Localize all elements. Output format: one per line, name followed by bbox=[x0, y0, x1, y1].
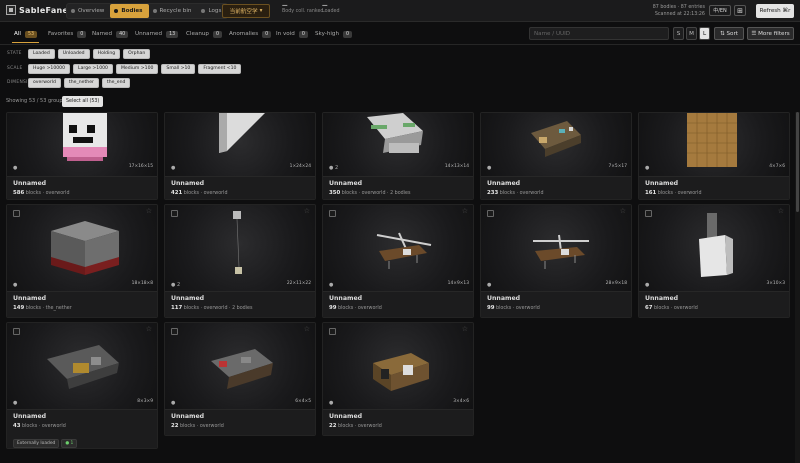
body-card[interactable]: ☆ 28×9×18 ● Unnamed 99 blocks · overworl… bbox=[480, 204, 632, 318]
main-nav: Overview Bodies Recycle bin Logs bbox=[66, 3, 229, 19]
refresh-button[interactable]: Refresh ⌘r bbox=[756, 4, 794, 18]
body-card[interactable]: ☆ 3×10×3 ● Unnamed 67 blocks · overworld bbox=[638, 204, 790, 318]
filter-row-state: STATE Loaded Unloaded Holding Orphan bbox=[7, 48, 151, 59]
size-small-button[interactable]: S bbox=[673, 27, 684, 40]
body-preview: ☆ 18×18×8 ● bbox=[7, 205, 157, 291]
chevron-down-icon: ▾ bbox=[259, 8, 263, 14]
status-badge: ● 1 bbox=[61, 439, 78, 448]
bodies-icon bbox=[114, 9, 119, 13]
showing-count: Showing 53 / 53 groups bbox=[6, 98, 66, 104]
tab-all[interactable]: All 53 bbox=[10, 27, 41, 43]
select-checkbox[interactable] bbox=[13, 328, 20, 335]
body-preview: ☆ 14×9×13 ● bbox=[323, 205, 473, 291]
chip-fragment[interactable]: Fragment <10 bbox=[198, 63, 242, 74]
chip-small[interactable]: Small >10 bbox=[161, 63, 196, 74]
chip-unloaded[interactable]: Unloaded bbox=[57, 48, 90, 59]
stat-loaded: — Loaded bbox=[322, 3, 340, 14]
body-card[interactable]: ☆ 3×4×6 ● Unnamed 22 blocks · overworld bbox=[322, 322, 474, 436]
chip-holding[interactable]: Holding bbox=[92, 48, 121, 59]
favorite-star-icon[interactable]: ☆ bbox=[462, 325, 468, 333]
tab-sky-high[interactable]: Sky-high 0 bbox=[311, 27, 356, 41]
body-card[interactable]: 4×7×6 ● Unnamed 161 blocks · overworld bbox=[638, 112, 790, 200]
body-card[interactable]: ☆ 14×9×13 ● Unnamed 99 blocks · overworl… bbox=[322, 204, 474, 318]
tab-anomalies[interactable]: Anomalies 0 bbox=[225, 27, 275, 41]
scan-summary: 87 bodies · 87 entries Scanned at 22:13:… bbox=[652, 5, 705, 17]
select-checkbox[interactable] bbox=[329, 328, 336, 335]
search-input[interactable] bbox=[529, 27, 669, 40]
select-all-button[interactable]: Select all (53) bbox=[62, 96, 104, 107]
tab-named[interactable]: Named 40 bbox=[88, 27, 132, 41]
select-checkbox[interactable] bbox=[171, 210, 178, 217]
scrollbar-thumb[interactable] bbox=[796, 112, 799, 212]
favorite-star-icon[interactable]: ☆ bbox=[304, 325, 310, 333]
top-bar: SableFanel Overview Bodies Recycle bin L… bbox=[0, 0, 800, 22]
stat-ranked: — Body coll. ranked bbox=[282, 3, 324, 14]
language-button[interactable]: 中/EN bbox=[709, 5, 731, 16]
chip-large[interactable]: Large >1000 bbox=[73, 63, 113, 74]
tab-in-void[interactable]: In void 0 bbox=[272, 27, 312, 41]
favorite-star-icon[interactable]: ☆ bbox=[146, 325, 152, 333]
body-card[interactable]: ☆ 6×4×5 ● Unnamed 22 blocks · overworld bbox=[164, 322, 316, 436]
size-large-button[interactable]: L bbox=[699, 27, 710, 40]
world-select-button[interactable]: 当前航空学 ▾ bbox=[222, 4, 270, 18]
body-card[interactable]: 1×24×24 ● Unnamed 421 blocks · overworld bbox=[164, 112, 316, 200]
divider bbox=[0, 44, 800, 45]
body-card[interactable]: 7×5×17 ● Unnamed 233 blocks · overworld bbox=[480, 112, 632, 200]
body-card[interactable]: 14×13×14 ● 2 Unnamed 350 blocks · overwo… bbox=[322, 112, 474, 200]
body-card[interactable]: 17×16×15 ● Unnamed 586 blocks · overworl… bbox=[6, 112, 158, 200]
favorite-star-icon[interactable]: ☆ bbox=[304, 207, 310, 215]
favorite-star-icon[interactable]: ☆ bbox=[462, 207, 468, 215]
externally-loaded-badge: Externally loaded bbox=[13, 439, 60, 448]
favorite-star-icon[interactable]: ☆ bbox=[620, 207, 626, 215]
chip-the-nether[interactable]: the_nether bbox=[63, 77, 99, 88]
select-checkbox[interactable] bbox=[487, 210, 494, 217]
favorite-star-icon[interactable]: ☆ bbox=[146, 207, 152, 215]
logs-icon bbox=[201, 9, 206, 13]
grid-icon[interactable]: ⊞ bbox=[734, 5, 746, 16]
body-preview: ☆ 28×9×18 ● bbox=[481, 205, 631, 291]
nav-bodies[interactable]: Bodies bbox=[110, 4, 149, 18]
select-checkbox[interactable] bbox=[329, 210, 336, 217]
body-preview: 14×13×14 ● 2 bbox=[323, 113, 473, 176]
select-checkbox[interactable] bbox=[13, 210, 20, 217]
tab-cleanup[interactable]: Cleanup 0 bbox=[182, 27, 226, 41]
tab-favorites[interactable]: Favorites 0 bbox=[44, 27, 90, 41]
body-preview: ☆ 3×10×3 ● bbox=[639, 205, 789, 291]
tab-unnamed[interactable]: Unnamed 13 bbox=[131, 27, 182, 41]
more-filters-button[interactable]: ☰ More filters bbox=[747, 27, 794, 40]
chip-loaded[interactable]: Loaded bbox=[28, 48, 55, 59]
select-checkbox[interactable] bbox=[171, 328, 178, 335]
body-preview: 7×5×17 ● bbox=[481, 113, 631, 176]
scrollbar[interactable] bbox=[795, 112, 800, 463]
select-checkbox[interactable] bbox=[645, 210, 652, 217]
recycle-icon bbox=[152, 9, 157, 13]
body-preview: 1×24×24 ● bbox=[165, 113, 315, 176]
body-preview: ☆ 3×4×6 ● bbox=[323, 323, 473, 409]
sort-button[interactable]: ⇅ Sort bbox=[714, 27, 744, 40]
nav-recycle-bin[interactable]: Recycle bin bbox=[149, 4, 198, 18]
nav-overview[interactable]: Overview bbox=[67, 4, 110, 18]
body-card[interactable]: ☆ 22×11×22 ● 2 Unnamed 117 blocks · over… bbox=[164, 204, 316, 318]
body-preview: 4×7×6 ● bbox=[639, 113, 789, 176]
body-name: Unnamed bbox=[13, 180, 47, 187]
overview-icon bbox=[71, 9, 75, 13]
body-preview: 17×16×15 ● bbox=[7, 113, 157, 176]
body-card[interactable]: ☆ 8×3×9 ● Unnamed 43 blocks · overworld … bbox=[6, 322, 158, 449]
app-logo-icon bbox=[6, 5, 16, 15]
chip-the-end[interactable]: the_end bbox=[101, 77, 131, 88]
favorite-star-icon[interactable]: ☆ bbox=[778, 207, 784, 215]
chip-huge[interactable]: Huge >10000 bbox=[28, 63, 71, 74]
body-card[interactable]: ☆ 18×18×8 ● Unnamed 149 blocks · the_net… bbox=[6, 204, 158, 318]
chip-orphan[interactable]: Orphan bbox=[123, 48, 151, 59]
body-preview: ☆ 8×3×9 ● bbox=[7, 323, 157, 409]
filter-row-scale: SCALE Huge >10000 Large >1000 Medium >10… bbox=[7, 63, 242, 74]
size-medium-button[interactable]: M bbox=[686, 27, 697, 40]
app-title: SableFanel bbox=[19, 6, 72, 15]
body-preview: ☆ 6×4×5 ● bbox=[165, 323, 315, 409]
body-preview: ☆ 22×11×22 ● 2 bbox=[165, 205, 315, 291]
chip-medium[interactable]: Medium >100 bbox=[115, 63, 159, 74]
filter-row-dimension: DIMENSION overworld the_nether the_end bbox=[7, 77, 131, 88]
chip-overworld[interactable]: overworld bbox=[28, 77, 61, 88]
